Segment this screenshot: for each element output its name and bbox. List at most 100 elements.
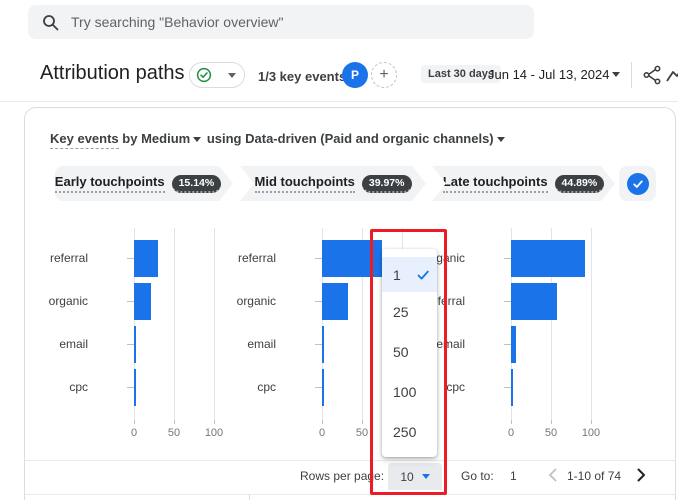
insights-icon[interactable] bbox=[666, 64, 678, 86]
report-controls-sentence: Key events by Medium using Data-driven (… bbox=[50, 131, 507, 149]
axis-tick bbox=[174, 420, 175, 424]
model-dropdown[interactable]: Data-driven (Paid and organic channels) bbox=[245, 131, 494, 146]
search-icon bbox=[43, 14, 59, 30]
category-label: email bbox=[247, 337, 276, 351]
bar bbox=[511, 283, 557, 320]
bar bbox=[322, 326, 324, 363]
go-to-label: Go to: bbox=[461, 469, 494, 483]
tab-late-touchpoints[interactable]: Late touchpoints 44.89% bbox=[432, 166, 615, 201]
category-tick bbox=[504, 258, 511, 259]
bar bbox=[322, 283, 349, 320]
tab-early-touchpoints[interactable]: Early touchpoints 15.14% bbox=[55, 166, 233, 201]
category-label: organic bbox=[236, 294, 276, 308]
avatar[interactable]: P bbox=[342, 62, 368, 88]
tab-percentage-badge: 39.97% bbox=[362, 175, 412, 193]
tab-label: Late touchpoints bbox=[443, 174, 548, 193]
gridline bbox=[174, 228, 175, 420]
axis-tick bbox=[551, 420, 552, 424]
chevron-down-icon bbox=[496, 137, 505, 142]
date-range-picker[interactable]: Jun 14 - Jul 13, 2024 bbox=[488, 67, 609, 82]
category-tick bbox=[127, 387, 134, 388]
bar-chart-early-touchpoints: 0 50 100 referral organic email cpc bbox=[24, 228, 229, 443]
category-tick bbox=[315, 301, 322, 302]
tab-label: Early touchpoints bbox=[55, 174, 165, 193]
x-tick-label: 0 bbox=[318, 427, 326, 439]
table-column-divider bbox=[249, 494, 250, 500]
rows-option-1[interactable]: 1 bbox=[382, 257, 437, 292]
search-input[interactable] bbox=[59, 5, 534, 39]
x-tick-label: 50 bbox=[355, 427, 369, 439]
rows-option-label: 1 bbox=[393, 266, 401, 283]
all-touchpoints-selected-toggle[interactable] bbox=[619, 166, 656, 201]
gridline bbox=[591, 228, 592, 420]
rows-option-label: 25 bbox=[393, 304, 409, 320]
rows-option-label: 50 bbox=[393, 344, 409, 360]
category-label: cpc bbox=[257, 380, 276, 394]
rows-option-25[interactable]: 25 bbox=[382, 292, 437, 332]
green-check-circle-icon bbox=[196, 67, 212, 83]
rows-per-page-dropdown-menu: 1 25 50 100 250 bbox=[382, 249, 437, 457]
rows-option-50[interactable]: 50 bbox=[382, 332, 437, 372]
chevron-down-icon bbox=[421, 474, 430, 479]
category-tick bbox=[127, 301, 134, 302]
category-label: referral bbox=[237, 251, 276, 265]
chevron-down-icon bbox=[193, 137, 202, 142]
bar bbox=[322, 369, 324, 406]
rows-per-page-label: Rows per page: bbox=[300, 469, 385, 483]
x-tick-label: 0 bbox=[130, 427, 138, 439]
tab-percentage-badge: 44.89% bbox=[555, 175, 605, 193]
selected-check-icon bbox=[417, 270, 429, 280]
category-tick bbox=[127, 258, 134, 259]
tab-percentage-badge: 15.14% bbox=[172, 175, 222, 193]
table-top-divider bbox=[25, 494, 675, 495]
axis-tick bbox=[134, 420, 135, 424]
pagination-range: 1-10 of 74 bbox=[567, 469, 622, 483]
bar bbox=[134, 369, 136, 406]
rows-option-label: 100 bbox=[393, 384, 417, 400]
x-tick-label: 50 bbox=[544, 427, 558, 439]
tab-mid-touchpoints[interactable]: Mid touchpoints 39.97% bbox=[240, 166, 426, 201]
dimension-dropdown[interactable]: Medium bbox=[141, 131, 190, 146]
axis-tick bbox=[322, 420, 323, 424]
category-label: cpc bbox=[69, 380, 88, 394]
axis-tick bbox=[591, 420, 592, 424]
rows-option-100[interactable]: 100 bbox=[382, 372, 437, 412]
key-events-selector-label: 1/3 key events bbox=[258, 69, 347, 84]
chevron-down-icon bbox=[612, 72, 620, 77]
bar bbox=[134, 326, 136, 363]
metric-term[interactable]: Key events bbox=[50, 131, 119, 149]
add-comparison-button[interactable]: + bbox=[371, 62, 397, 88]
category-tick bbox=[504, 344, 511, 345]
bar bbox=[134, 283, 151, 320]
go-to-input[interactable]: 1 bbox=[510, 469, 517, 483]
bar bbox=[511, 326, 516, 363]
previous-page-chevron-icon bbox=[549, 468, 557, 482]
x-tick-label: 100 bbox=[581, 427, 601, 439]
category-label: organic bbox=[48, 294, 88, 308]
category-tick bbox=[127, 344, 134, 345]
x-tick-label: 50 bbox=[167, 427, 181, 439]
x-tick-label: 0 bbox=[507, 427, 515, 439]
header-rule bbox=[0, 101, 678, 102]
chevron-down-icon bbox=[228, 72, 236, 78]
global-search-bar[interactable] bbox=[28, 5, 534, 39]
rows-option-250[interactable]: 250 bbox=[382, 412, 437, 452]
next-page-chevron-icon[interactable] bbox=[636, 468, 646, 482]
page-title: Attribution paths bbox=[40, 62, 185, 84]
category-label: referral bbox=[49, 251, 88, 265]
ga4-attribution-paths-screen: Attribution paths 1/3 key events P + Las… bbox=[0, 0, 678, 500]
rows-per-page-select[interactable]: 10 bbox=[388, 463, 442, 490]
header-divider bbox=[631, 62, 632, 88]
rows-option-label: 250 bbox=[393, 424, 417, 440]
bar bbox=[511, 369, 513, 406]
category-tick bbox=[315, 258, 322, 259]
tab-label: Mid touchpoints bbox=[255, 174, 355, 193]
bar bbox=[511, 240, 585, 277]
axis-tick bbox=[362, 420, 363, 424]
category-tick bbox=[315, 344, 322, 345]
share-icon[interactable] bbox=[641, 64, 663, 86]
report-status-pill[interactable] bbox=[189, 62, 245, 88]
bar bbox=[322, 240, 382, 277]
axis-tick bbox=[511, 420, 512, 424]
pagination-divider bbox=[25, 460, 675, 461]
